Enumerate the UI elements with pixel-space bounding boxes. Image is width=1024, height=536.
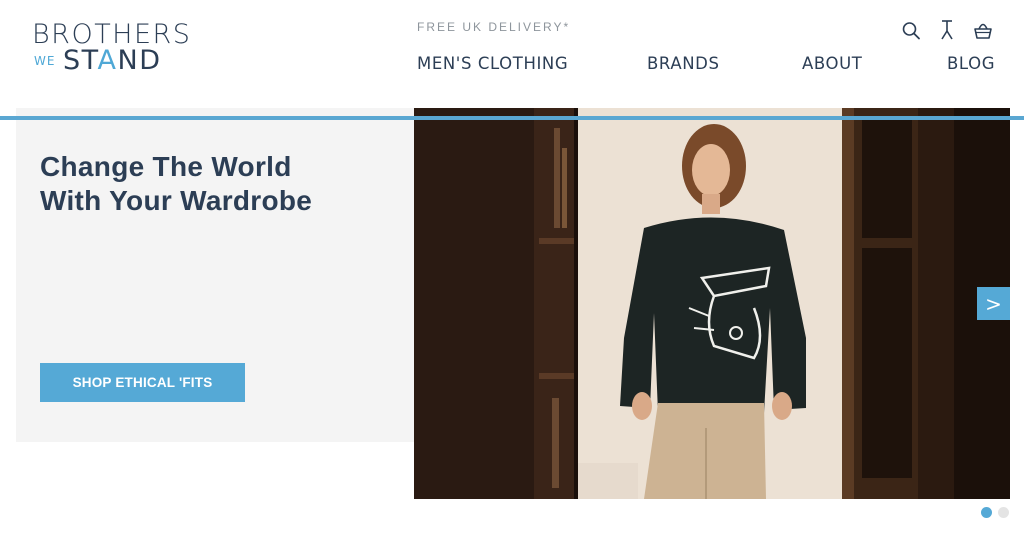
carousel-next-button[interactable]: > xyxy=(977,287,1010,320)
hanger-icon[interactable] xyxy=(936,18,958,42)
logo-stand-part2: ND xyxy=(117,45,162,76)
logo-we: WE xyxy=(34,54,56,68)
hero-photo[interactable] xyxy=(414,108,1010,499)
brand-logo[interactable]: BROTHERS WE STAND xyxy=(32,20,207,78)
nav-blog[interactable]: BLOG xyxy=(947,54,995,73)
main-nav: MEN'S CLOTHING BRANDS ABOUT BLOG xyxy=(417,54,997,78)
hero-headline-line1: Change The World xyxy=(40,151,292,182)
hero-divider-line xyxy=(0,116,1024,120)
hero-text-panel: Change The World With Your Wardrobe SHOP… xyxy=(16,108,414,442)
nav-about[interactable]: ABOUT xyxy=(802,54,862,73)
hero-headline-line2: With Your Wardrobe xyxy=(40,185,313,216)
free-delivery-banner[interactable]: FREE UK DELIVERY* xyxy=(417,20,570,34)
carousel-dot-2[interactable] xyxy=(998,507,1009,518)
nav-mens-clothing[interactable]: MEN'S CLOTHING xyxy=(417,54,568,73)
carousel-dots xyxy=(981,507,1011,519)
logo-stand-part1: ST xyxy=(63,45,98,76)
logo-stand-accent: A xyxy=(97,45,118,76)
hero-headline: Change The World With Your Wardrobe xyxy=(40,150,400,218)
search-icon[interactable] xyxy=(900,18,922,42)
basket-icon[interactable] xyxy=(972,18,994,42)
carousel-dot-1[interactable] xyxy=(981,507,992,518)
logo-stand: STAND xyxy=(63,46,162,76)
shop-ethical-fits-button[interactable]: SHOP ETHICAL 'FITS xyxy=(40,363,245,402)
nav-brands[interactable]: BRANDS xyxy=(647,54,720,73)
header-icons xyxy=(900,18,1000,42)
